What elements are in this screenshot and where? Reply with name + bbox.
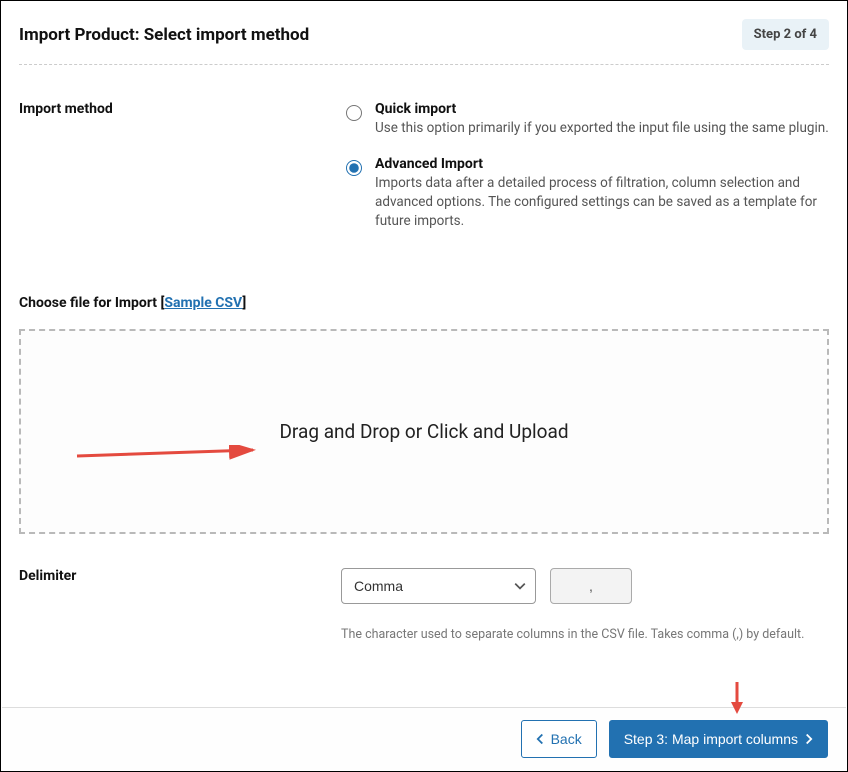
radio-quick[interactable] [346,105,362,121]
delimiter-select[interactable]: Comma [341,568,536,604]
footer-bar: Back Step 3: Map import columns [2,707,846,770]
chevron-right-icon [804,733,813,745]
radio-input-advanced[interactable] [341,157,365,180]
dropzone-text: Drag and Drop or Click and Upload [279,420,568,443]
delimiter-hint: The character used to separate columns i… [341,626,829,644]
page-title: Import Product: Select import method [19,25,309,45]
chevron-left-icon [536,733,545,745]
step-indicator-badge: Step 2 of 4 [742,19,829,50]
radio-desc-advanced: Imports data after a detailed process of… [375,174,829,231]
choose-file-prefix: Choose file for Import [ [19,295,164,311]
delimiter-label: Delimiter [19,568,341,644]
radio-option-quick-import[interactable]: Quick import Use this option primarily i… [341,101,829,138]
sample-csv-link[interactable]: Sample CSV [164,295,242,311]
radio-input-quick[interactable] [341,102,365,125]
next-button-label: Step 3: Map import columns [624,731,798,747]
radio-desc-quick: Use this option primarily if you exporte… [375,119,829,138]
next-step-button[interactable]: Step 3: Map import columns [609,720,828,758]
back-button[interactable]: Back [521,720,597,758]
file-dropzone[interactable]: Drag and Drop or Click and Upload [19,329,829,534]
radio-title-quick: Quick import [375,101,829,117]
radio-option-advanced-import[interactable]: Advanced Import Imports data after a det… [341,156,829,231]
choose-file-label: Choose file for Import [Sample CSV] [19,249,829,311]
back-button-label: Back [551,731,582,747]
delimiter-char-input[interactable] [550,568,632,604]
choose-file-suffix: ] [242,295,246,311]
radio-title-advanced: Advanced Import [375,156,829,172]
radio-advanced[interactable] [346,160,362,176]
import-method-label: Import method [19,101,341,249]
delimiter-select-wrap[interactable]: Comma [341,568,536,604]
